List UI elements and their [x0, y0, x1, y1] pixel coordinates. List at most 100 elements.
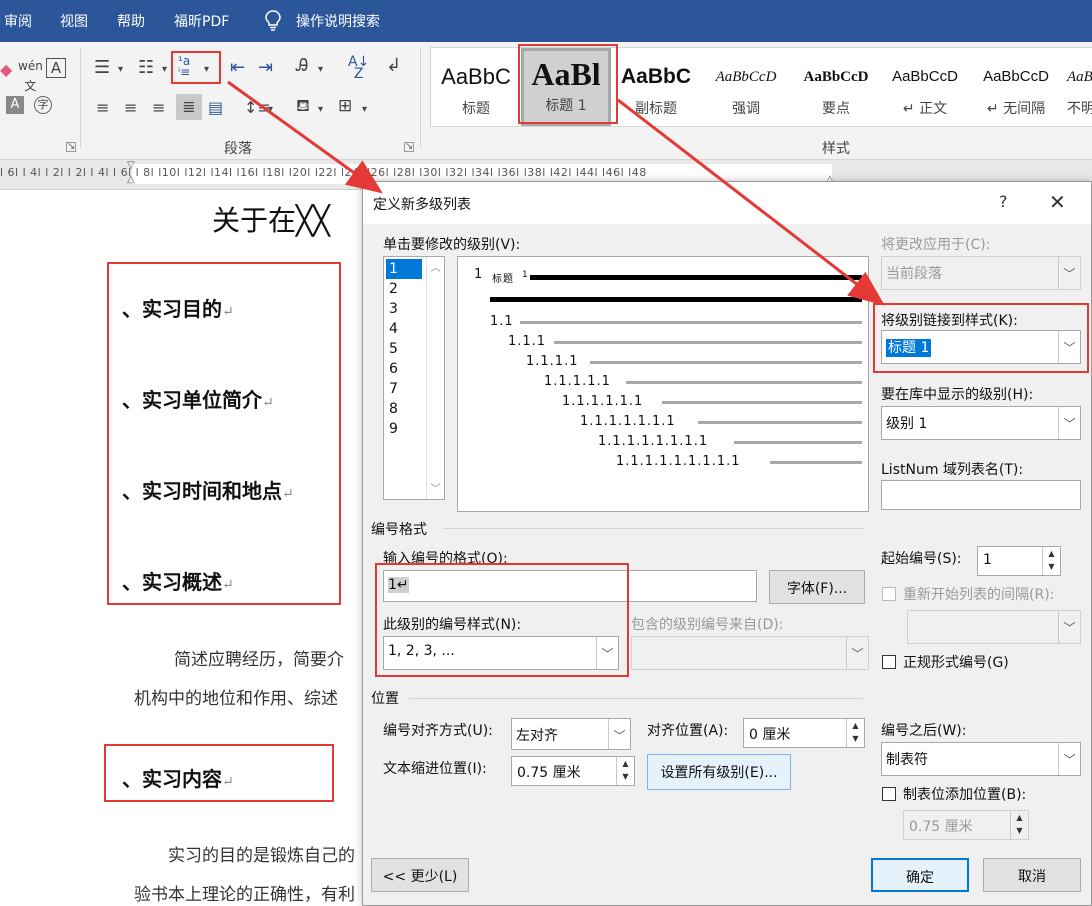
spinner-arrows-icon: ▲ ▼ — [1010, 811, 1028, 839]
character-shading-icon[interactable]: A — [6, 96, 24, 114]
level-item[interactable]: 9 — [386, 419, 422, 439]
text-direction-dropdown-icon[interactable]: ▾ — [318, 60, 323, 80]
level-item[interactable]: 4 — [386, 319, 422, 339]
start-at-spinner[interactable]: 1 ▲ ▼ — [977, 546, 1061, 576]
level-list-scrollbar[interactable]: ︿ ﹀ — [426, 257, 444, 499]
alignment-dropdown[interactable]: 左对齐 ﹀ — [511, 718, 631, 750]
tab-stop-spinner[interactable]: 0.75 厘米 ▲ ▼ — [903, 810, 1029, 840]
paragraph-group-label: 段落 — [224, 141, 252, 157]
numbering-dropdown-icon[interactable]: ▾ — [162, 60, 167, 80]
follow-number-label: 编号之后(W): — [881, 723, 967, 739]
text-direction-icon[interactable]: Ꭿ — [296, 56, 308, 76]
legal-numbering-checkbox[interactable] — [882, 655, 896, 669]
level-item[interactable]: 6 — [386, 359, 422, 379]
style-title[interactable]: AaBbC 标题 — [433, 48, 519, 126]
level-item[interactable]: 1 — [386, 259, 422, 279]
numbering-icon[interactable]: ☷ — [138, 58, 154, 78]
increase-indent-icon[interactable]: ⇥ — [258, 58, 273, 78]
restart-list-checkbox[interactable] — [882, 587, 896, 601]
line-spacing-icon[interactable]: ↕≡ — [244, 98, 271, 118]
character-border-icon[interactable]: A — [46, 58, 66, 78]
enclose-characters-icon[interactable]: 字 — [34, 96, 52, 114]
menu-view[interactable]: 视图 — [60, 11, 88, 31]
preview-row: 1.1.1.1.1.1.1.1 — [598, 434, 709, 449]
body-paragraph-line: 机构中的地位和作用、综述 — [134, 689, 338, 709]
aligned-at-spinner[interactable]: 0 厘米 ▲ ▼ — [743, 718, 865, 748]
restart-list-dropdown[interactable]: ﹀ — [907, 610, 1081, 644]
justify-icon[interactable]: ≣ — [176, 94, 202, 120]
listnum-field[interactable] — [881, 480, 1081, 510]
level-item[interactable]: 7 — [386, 379, 422, 399]
line-spacing-dropdown-icon[interactable]: ▾ — [268, 100, 273, 120]
spinner-arrows-icon: ▲ ▼ — [846, 719, 864, 747]
align-right-icon[interactable]: ≡ — [152, 98, 165, 118]
ok-button[interactable]: 确定 — [871, 858, 969, 892]
menu-foxit-pdf[interactable]: 福昕PDF — [174, 11, 229, 31]
distributed-icon[interactable]: ▤ — [208, 98, 223, 118]
preview-row: 1.1.1.1.1.1.1 — [580, 414, 676, 429]
sort-icon[interactable]: A↓ Z — [348, 55, 369, 81]
font-dialog-launcher-icon[interactable]: ↘ — [66, 142, 76, 152]
preview-row: 1.1.1.1.1.1.1.1.1 — [616, 454, 741, 469]
listnum-label: ListNum 域列表名(T): — [881, 462, 1024, 478]
style-normal[interactable]: AaBbCcD ↵ 正文 — [881, 48, 969, 126]
gallery-level-dropdown[interactable]: 级别 1 ﹀ — [881, 406, 1081, 440]
borders-icon[interactable]: ⊞ — [338, 96, 352, 116]
preview-row: 1.1.1.1 — [526, 354, 579, 369]
follow-number-dropdown[interactable]: 制表符 ﹀ — [881, 742, 1081, 776]
menu-help[interactable]: 帮助 — [117, 11, 145, 31]
level-listbox[interactable]: 1 2 3 4 5 6 7 8 9 ︿ ﹀ — [383, 256, 445, 500]
preview-row: 1.1 — [490, 314, 514, 329]
level-item[interactable]: 3 — [386, 299, 422, 319]
menu-bar: 审阅 视图 帮助 福昕PDF 操作说明搜索 — [0, 0, 1092, 42]
level-item[interactable]: 2 — [386, 279, 422, 299]
style-no-spacing[interactable]: AaBbCcD ↵ 无间隔 — [971, 48, 1061, 126]
tab-stop-checkbox[interactable] — [882, 787, 896, 801]
eraser-icon[interactable]: ◆ — [0, 60, 12, 80]
level-item[interactable]: 8 — [386, 399, 422, 419]
align-left-icon[interactable]: ≡ — [96, 98, 109, 118]
first-line-indent-marker-icon[interactable]: ▽ — [127, 160, 135, 171]
align-center-icon[interactable]: ≡ — [124, 98, 137, 118]
chevron-down-icon: ﹀ — [1058, 743, 1080, 775]
define-multilevel-list-dialog: 定义新多级列表 ? ✕ 单击要修改的级别(V): 1 2 3 4 5 6 7 8… — [362, 181, 1092, 906]
paragraph-dialog-launcher-icon[interactable]: ↘ — [404, 142, 414, 152]
bullets-dropdown-icon[interactable]: ▾ — [118, 60, 123, 80]
font-button[interactable]: 字体(F)... — [769, 570, 865, 604]
phonetic-guide-icon[interactable]: wén 文 — [18, 56, 43, 96]
level-item[interactable]: 5 — [386, 339, 422, 359]
preview-level-1-small: 1 — [522, 270, 529, 280]
tell-me-search[interactable]: 操作说明搜索 — [296, 11, 380, 31]
include-from-dropdown[interactable]: ﹀ — [631, 636, 869, 670]
style-strong[interactable]: AaBbCcD 要点 — [793, 48, 879, 126]
cancel-button[interactable]: 取消 — [983, 858, 1081, 892]
scroll-down-icon: ﹀ — [430, 484, 441, 495]
annotation-box-number-format — [375, 563, 629, 677]
body-paragraph-line: 验书本上理论的正确性，有利 — [134, 885, 355, 905]
style-subtle[interactable]: AaB 不明 — [1063, 48, 1092, 126]
indent-spinner[interactable]: 0.75 厘米 ▲ ▼ — [511, 756, 635, 786]
close-icon[interactable]: ✕ — [1049, 190, 1066, 214]
help-icon[interactable]: ? — [999, 192, 1008, 211]
spinner-arrows-icon: ▲ ▼ — [1042, 547, 1060, 575]
shading-icon[interactable]: ⛾ — [296, 96, 310, 116]
spinner-arrows-icon: ▲ ▼ — [616, 757, 634, 785]
preview-level-1-number: 1 — [474, 267, 484, 282]
menu-review[interactable]: 审阅 — [4, 11, 32, 31]
set-all-levels-button[interactable]: 设置所有级别(E)... — [647, 754, 791, 790]
hanging-indent-marker-icon[interactable]: △ — [127, 174, 135, 185]
legal-numbering-label: 正规形式编号(G) — [903, 655, 1009, 671]
bullets-icon[interactable]: ☰ — [94, 58, 110, 78]
less-button[interactable]: << 更少(L) — [371, 858, 469, 892]
tab-stop-label: 制表位添加位置(B): — [903, 787, 1027, 803]
indent-label: 文本缩进位置(I): — [383, 761, 487, 777]
shading-dropdown-icon[interactable]: ▾ — [318, 100, 323, 120]
decrease-indent-icon[interactable]: ⇤ — [230, 58, 245, 78]
style-emphasis[interactable]: AaBbCcD 强调 — [701, 48, 791, 126]
borders-dropdown-icon[interactable]: ▾ — [362, 100, 367, 120]
apply-to-dropdown[interactable]: 当前段落 ﹀ — [881, 256, 1081, 290]
preview-row: 1.1.1.1.1.1 — [562, 394, 644, 409]
style-subtitle[interactable]: AaBbC 副标题 — [615, 48, 697, 126]
show-formatting-marks-icon[interactable]: ↲ — [386, 56, 401, 76]
list-preview: 1 标题 1 1.1 1.1.1 1.1.1.1 1.1.1.1.1 1.1.1… — [457, 256, 869, 512]
